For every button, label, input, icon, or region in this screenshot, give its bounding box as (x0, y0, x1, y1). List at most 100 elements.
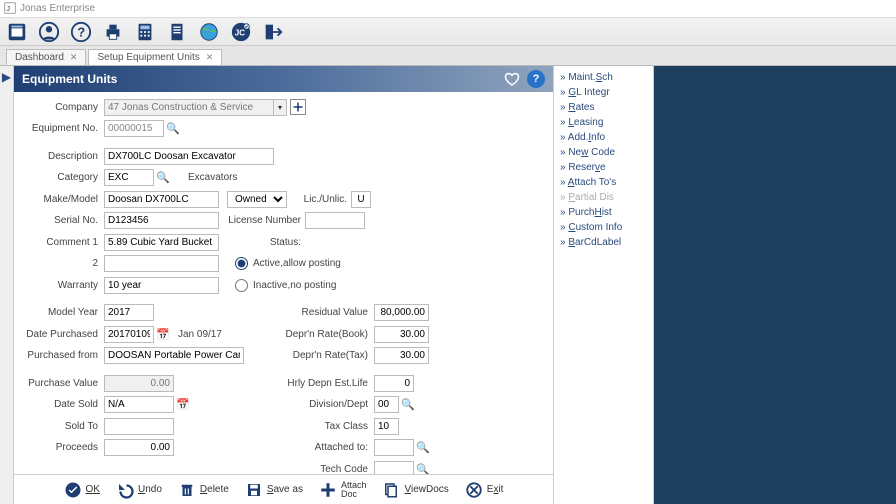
save-as-label: Save as (267, 484, 303, 495)
proceeds-field[interactable] (104, 439, 174, 456)
equipment-form: Equipment Units ? Company ▾ Equipment No… (14, 66, 554, 504)
comment2-field[interactable] (104, 255, 219, 272)
search-icon[interactable]: 🔍 (416, 462, 430, 474)
equipment-no-field[interactable] (104, 120, 164, 137)
purchased-from-field[interactable] (104, 347, 244, 364)
label-tech-code: Tech Code (284, 464, 374, 475)
label-model-year: Model Year (24, 307, 104, 318)
label-equipment-no: Equipment No. (24, 123, 104, 134)
search-icon[interactable]: 🔍 (156, 171, 170, 185)
app-icon: J (4, 2, 16, 14)
user-icon[interactable] (38, 21, 60, 43)
link-rates[interactable]: » Rates (560, 102, 647, 113)
residual-value-field[interactable] (374, 304, 429, 321)
close-icon[interactable]: ✕ (70, 52, 78, 63)
warranty-field[interactable] (104, 277, 219, 294)
exit-icon[interactable] (262, 21, 284, 43)
panel-help-icon[interactable]: ? (527, 70, 545, 88)
view-docs-button[interactable]: ViewDocs (382, 481, 448, 499)
label-division: Division/Dept (284, 399, 374, 410)
delete-button[interactable]: Delete (178, 481, 229, 499)
calendar-icon[interactable]: 📅 (156, 327, 170, 341)
label-warranty: Warranty (24, 280, 104, 291)
deprn-book-field[interactable] (374, 326, 429, 343)
attached-to-field[interactable] (374, 439, 414, 456)
lic-unlic-field[interactable] (351, 191, 371, 208)
link-maint-sch[interactable]: » Maint.Sch (560, 72, 647, 83)
globe-icon[interactable] (198, 21, 220, 43)
empty-workspace (654, 66, 896, 504)
status-active-radio[interactable] (235, 257, 248, 270)
category-field[interactable] (104, 169, 154, 186)
link-attach-tos[interactable]: » Attach To's (560, 177, 647, 188)
owned-select[interactable]: Owned (227, 191, 287, 208)
label-purchased-from: Purchased from (24, 350, 104, 361)
attach-doc-button[interactable]: Attach Doc (319, 481, 367, 499)
jc-icon[interactable]: JC (230, 21, 252, 43)
link-reserve[interactable]: » Reserve (560, 162, 647, 173)
company-picker-icon[interactable] (290, 99, 306, 115)
chevron-right-icon[interactable]: ▶ (2, 70, 11, 84)
company-field[interactable] (104, 99, 274, 116)
tab-setup-equipment[interactable]: Setup Equipment Units ✕ (88, 49, 222, 65)
exit-label: Exit (487, 484, 504, 495)
make-model-field[interactable] (104, 191, 219, 208)
division-field[interactable] (374, 396, 399, 413)
link-new-code[interactable]: » New Code (560, 147, 647, 158)
link-leasing[interactable]: » Leasing (560, 117, 647, 128)
calendar-icon[interactable]: 📅 (176, 398, 190, 412)
label-category: Category (24, 172, 104, 183)
date-purchased-field[interactable] (104, 326, 154, 343)
link-purch-hist[interactable]: » PurchHist (560, 207, 647, 218)
document-tabs: Dashboard ✕ Setup Equipment Units ✕ (0, 46, 896, 66)
cancel-icon (465, 481, 483, 499)
category-desc: Excavators (188, 172, 237, 183)
search-icon[interactable]: 🔍 (166, 122, 180, 136)
undo-button[interactable]: Undo (116, 481, 162, 499)
favorite-icon[interactable] (503, 70, 521, 88)
link-partial-dis: » Partial Dis (560, 192, 647, 203)
comment1-field[interactable] (104, 234, 219, 251)
exit-button[interactable]: Exit (465, 481, 504, 499)
close-icon[interactable]: ✕ (206, 52, 214, 63)
serial-no-field[interactable] (104, 212, 219, 229)
form-body: Company ▾ Equipment No. 🔍 Description Ca… (14, 92, 553, 474)
link-add-info[interactable]: » Add.Info (560, 132, 647, 143)
sold-to-field[interactable] (104, 418, 174, 435)
hrly-depn-field[interactable] (374, 375, 414, 392)
label-attached-to: Attached to: (284, 442, 374, 453)
label-residual-value: Residual Value (284, 307, 374, 318)
date-sold-field[interactable] (104, 396, 174, 413)
search-icon[interactable]: 🔍 (401, 398, 415, 412)
label-sold-to: Sold To (24, 421, 104, 432)
workspace: ▶ Equipment Units ? Company ▾ Equipment … (0, 66, 896, 504)
model-year-field[interactable] (104, 304, 154, 321)
tab-label: Dashboard (15, 52, 64, 63)
label-serial-no: Serial No. (24, 215, 104, 226)
company-dropdown-icon[interactable]: ▾ (273, 99, 287, 116)
search-icon[interactable]: 🔍 (416, 441, 430, 455)
home-icon[interactable] (6, 21, 28, 43)
view-docs-label: ViewDocs (404, 484, 448, 495)
svg-text:J: J (6, 4, 10, 13)
collapse-gutter[interactable]: ▶ (0, 66, 14, 504)
help-icon[interactable]: ? (70, 21, 92, 43)
save-as-button[interactable]: Save as (245, 481, 303, 499)
side-links: » Maint.Sch » GL Integr » Rates » Leasin… (554, 66, 654, 504)
document-icon[interactable] (166, 21, 188, 43)
tech-code-field[interactable] (374, 461, 414, 475)
link-barcd-label[interactable]: » BarCdLabel (560, 237, 647, 248)
link-custom-info[interactable]: » Custom Info (560, 222, 647, 233)
tax-class-field[interactable] (374, 418, 399, 435)
description-field[interactable] (104, 148, 274, 165)
calculator-icon[interactable] (134, 21, 156, 43)
tab-dashboard[interactable]: Dashboard ✕ (6, 49, 86, 65)
label-proceeds: Proceeds (24, 442, 104, 453)
license-number-field[interactable] (305, 212, 365, 229)
ok-button[interactable]: OK (64, 481, 100, 499)
deprn-tax-field[interactable] (374, 347, 429, 364)
print-icon[interactable] (102, 21, 124, 43)
trash-icon (178, 481, 196, 499)
status-inactive-radio[interactable] (235, 279, 248, 292)
link-gl-integr[interactable]: » GL Integr (560, 87, 647, 98)
